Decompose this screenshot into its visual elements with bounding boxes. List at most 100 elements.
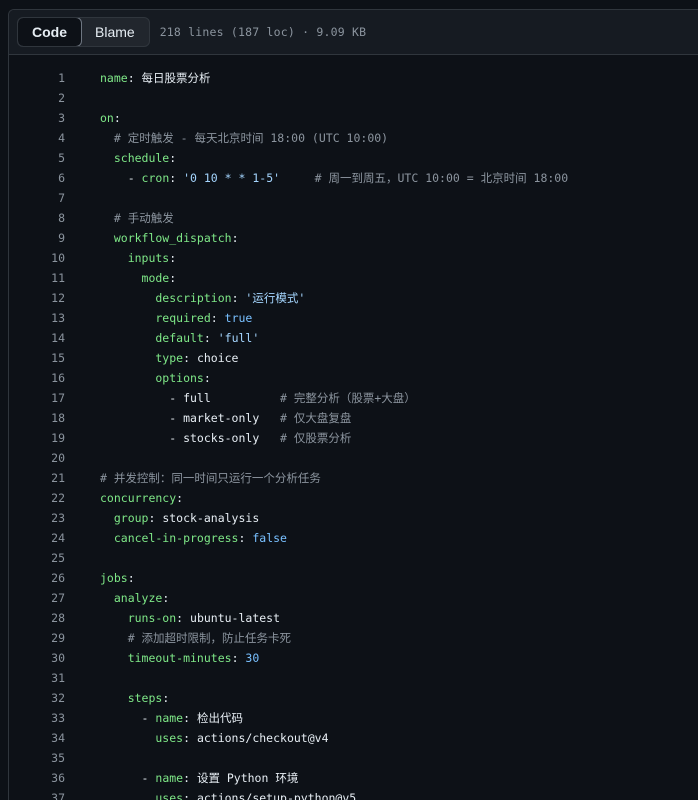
code-token: - stocks-only bbox=[100, 431, 281, 445]
code-line: 25 bbox=[9, 548, 698, 568]
code-token: workflow_dispatch bbox=[100, 231, 232, 245]
code-token: jobs bbox=[100, 571, 128, 585]
line-content: name: 每日股票分析 bbox=[65, 70, 211, 86]
line-number[interactable]: 7 bbox=[9, 191, 65, 205]
code-line: 19 - stocks-only # 仅股票分析 bbox=[9, 428, 698, 448]
line-number[interactable]: 3 bbox=[9, 111, 65, 125]
code-token: - bbox=[100, 771, 156, 785]
line-number[interactable]: 8 bbox=[9, 211, 65, 225]
code-line: 11 mode: bbox=[9, 268, 698, 288]
code-token: : bbox=[169, 271, 177, 285]
code-viewer: Code Blame 218 lines (187 loc) · 9.09 KB… bbox=[8, 9, 698, 800]
code-token: - bbox=[100, 171, 142, 185]
code-token: type bbox=[100, 351, 184, 365]
line-number[interactable]: 31 bbox=[9, 671, 65, 685]
code-token: default bbox=[100, 331, 204, 345]
line-number[interactable]: 4 bbox=[9, 131, 65, 145]
code-line: 14 default: 'full' bbox=[9, 328, 698, 348]
line-content: required: true bbox=[65, 311, 252, 325]
code-token: : bbox=[169, 151, 177, 165]
line-content: inputs: bbox=[65, 251, 177, 265]
code-token: # 仅大盘复盘 bbox=[280, 411, 352, 425]
code-line: 29 # 添加超时限制，防止任务卡死 bbox=[9, 628, 698, 648]
line-number[interactable]: 32 bbox=[9, 691, 65, 705]
code-token: analyze bbox=[100, 591, 163, 605]
code-token: # 完整分析（股票+大盘） bbox=[280, 391, 416, 405]
line-number[interactable]: 10 bbox=[9, 251, 65, 265]
line-number[interactable]: 17 bbox=[9, 391, 65, 405]
code-line: 28 runs-on: ubuntu-latest bbox=[9, 608, 698, 628]
code-token: 30 bbox=[245, 651, 260, 665]
file-info: 218 lines (187 loc) · 9.09 KB bbox=[159, 25, 367, 39]
line-number[interactable]: 33 bbox=[9, 711, 65, 725]
code-line: 24 cancel-in-progress: false bbox=[9, 528, 698, 548]
line-number[interactable]: 22 bbox=[9, 491, 65, 505]
line-number[interactable]: 23 bbox=[9, 511, 65, 525]
code-token: uses bbox=[100, 731, 184, 745]
code-token: - market-only bbox=[100, 411, 281, 425]
line-number[interactable]: 19 bbox=[9, 431, 65, 445]
line-number[interactable]: 35 bbox=[9, 751, 65, 765]
view-mode-toggle: Code Blame bbox=[17, 17, 150, 47]
code-token: steps bbox=[100, 691, 163, 705]
line-content: jobs: bbox=[65, 571, 135, 585]
code-token: : bbox=[127, 571, 135, 585]
line-number[interactable]: 15 bbox=[9, 351, 65, 365]
line-number[interactable]: 16 bbox=[9, 371, 65, 385]
line-content: # 定时触发 - 每天北京时间 18:00 (UTC 10:00) bbox=[65, 130, 388, 146]
code-token: : bbox=[169, 251, 177, 265]
code-line: 9 workflow_dispatch: bbox=[9, 228, 698, 248]
line-number[interactable]: 2 bbox=[9, 91, 65, 105]
line-content: - market-only # 仅大盘复盘 bbox=[65, 410, 351, 426]
code-line: 23 group: stock-analysis bbox=[9, 508, 698, 528]
code-line: 21 # 并发控制：同一时间只运行一个分析任务 bbox=[9, 468, 698, 488]
line-number[interactable]: 12 bbox=[9, 291, 65, 305]
code-token: : choice bbox=[183, 351, 239, 365]
line-number[interactable]: 6 bbox=[9, 171, 65, 185]
line-number[interactable]: 34 bbox=[9, 731, 65, 745]
line-number[interactable]: 29 bbox=[9, 631, 65, 645]
code-line: 31 bbox=[9, 668, 698, 688]
line-number[interactable]: 25 bbox=[9, 551, 65, 565]
line-number[interactable]: 18 bbox=[9, 411, 65, 425]
code-token: : stock-analysis bbox=[148, 511, 260, 525]
line-content: - full # 完整分析（股票+大盘） bbox=[65, 390, 416, 406]
line-number[interactable]: 1 bbox=[9, 71, 65, 85]
line-number[interactable]: 26 bbox=[9, 571, 65, 585]
code-token: name bbox=[100, 71, 128, 85]
code-token: inputs bbox=[100, 251, 170, 265]
line-content: # 手动触发 bbox=[65, 210, 174, 226]
line-content: options: bbox=[65, 371, 210, 385]
line-number[interactable]: 21 bbox=[9, 471, 65, 485]
code-line: 34 uses: actions/checkout@v4 bbox=[9, 728, 698, 748]
line-number[interactable]: 13 bbox=[9, 311, 65, 325]
line-number[interactable]: 20 bbox=[9, 451, 65, 465]
line-content: schedule: bbox=[65, 151, 176, 165]
line-number[interactable]: 36 bbox=[9, 771, 65, 785]
line-number[interactable]: 14 bbox=[9, 331, 65, 345]
line-number[interactable]: 24 bbox=[9, 531, 65, 545]
line-number[interactable]: 11 bbox=[9, 271, 65, 285]
code-token: : bbox=[169, 171, 184, 185]
code-line: 1 name: 每日股票分析 bbox=[9, 68, 698, 88]
code-line: 15 type: choice bbox=[9, 348, 698, 368]
code-line: 18 - market-only # 仅大盘复盘 bbox=[9, 408, 698, 428]
code-token: runs-on bbox=[100, 611, 177, 625]
code-line: 26 jobs: bbox=[9, 568, 698, 588]
line-number[interactable]: 9 bbox=[9, 231, 65, 245]
line-content: concurrency: bbox=[65, 491, 183, 505]
code-token: : ubuntu-latest bbox=[176, 611, 281, 625]
line-content: type: choice bbox=[65, 351, 238, 365]
code-line: 33 - name: 检出代码 bbox=[9, 708, 698, 728]
line-number[interactable]: 27 bbox=[9, 591, 65, 605]
code-token: : actions/checkout@v4 bbox=[183, 731, 329, 745]
code-token: : bbox=[203, 331, 218, 345]
blame-tab[interactable]: Blame bbox=[81, 18, 149, 46]
line-number[interactable]: 5 bbox=[9, 151, 65, 165]
line-number[interactable]: 30 bbox=[9, 651, 65, 665]
code-line: 27 analyze: bbox=[9, 588, 698, 608]
line-content: runs-on: ubuntu-latest bbox=[65, 611, 280, 625]
line-number[interactable]: 37 bbox=[9, 791, 65, 800]
line-number[interactable]: 28 bbox=[9, 611, 65, 625]
code-tab[interactable]: Code bbox=[17, 18, 82, 46]
